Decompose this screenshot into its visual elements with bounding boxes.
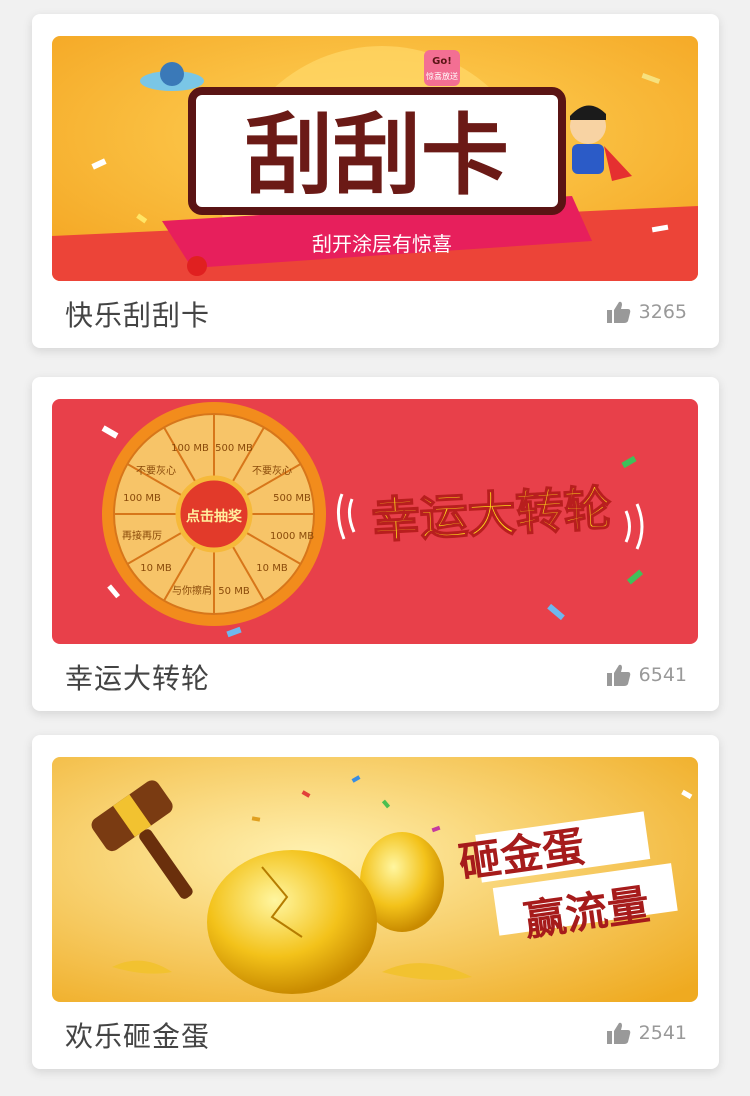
like-count[interactable]: 2541 xyxy=(606,1022,687,1044)
wheel-slot-label: 10 MB xyxy=(256,563,288,574)
wheel-slot-label: 50 MB xyxy=(218,586,250,597)
like-count[interactable]: 3265 xyxy=(606,301,687,323)
wheel-slot-label: 再接再厉 xyxy=(122,529,162,542)
go-badge-top: Go! xyxy=(432,56,452,67)
wheel-slot-label: 不要灰心 xyxy=(252,464,292,477)
scratch-card-banner-art: 刮刮卡 刮开涂层有惊喜 Go! 惊喜放送 xyxy=(52,36,698,281)
card-title: 幸运大转轮 xyxy=(65,662,211,695)
wheel-slot-label: 10 MB xyxy=(140,563,172,574)
wheel-slot-label: 1000 MB xyxy=(270,531,314,542)
wheel-slot-label: 500 MB xyxy=(273,493,311,504)
like-count-value: 3265 xyxy=(638,301,687,323)
golden-egg-banner-art: 砸金蛋 赢流量 xyxy=(52,757,698,1002)
thumbs-up-icon xyxy=(606,301,630,323)
game-card-golden-egg[interactable]: 砸金蛋 赢流量 欢乐砸金蛋 2541 xyxy=(32,735,719,1069)
wheel-center-button[interactable]: 点击抽奖 xyxy=(186,508,243,525)
wheel-slot-label: 500 MB xyxy=(215,443,253,454)
wheel-slot-label: 不要灰心 xyxy=(136,464,176,477)
game-card-wheel[interactable]: 点击抽奖 100 MB 500 MB 不要灰心 500 MB 1000 MB 1… xyxy=(32,377,719,711)
wheel-slot-label: 100 MB xyxy=(123,493,161,504)
like-count-value: 2541 xyxy=(638,1022,687,1044)
wheel-slot-label: 与你擦肩 xyxy=(172,584,212,597)
thumbs-up-icon xyxy=(606,664,630,686)
like-count-value: 6541 xyxy=(638,664,687,686)
wheel-slot-label: 100 MB xyxy=(171,443,209,454)
banner-lucky-wheel[interactable]: 点击抽奖 100 MB 500 MB 不要灰心 500 MB 1000 MB 1… xyxy=(52,399,698,644)
card-title: 欢乐砸金蛋 xyxy=(65,1020,211,1053)
banner-scratch-card[interactable]: 刮刮卡 刮开涂层有惊喜 Go! 惊喜放送 xyxy=(52,36,698,281)
scratch-subtitle: 刮开涂层有惊喜 xyxy=(312,232,452,256)
card-title: 快乐刮刮卡 xyxy=(65,299,211,332)
like-count[interactable]: 6541 xyxy=(606,664,687,686)
lucky-wheel-banner-art: 点击抽奖 100 MB 500 MB 不要灰心 500 MB 1000 MB 1… xyxy=(52,399,698,644)
banner-golden-egg[interactable]: 砸金蛋 赢流量 xyxy=(52,757,698,1002)
go-badge-bottom: 惊喜放送 xyxy=(426,71,458,81)
scratch-headline: 刮刮卡 xyxy=(245,104,509,207)
thumbs-up-icon xyxy=(606,1022,630,1044)
game-card-scratch[interactable]: 刮刮卡 刮开涂层有惊喜 Go! 惊喜放送 快乐刮刮卡 3265 xyxy=(32,14,719,348)
golden-egg-icon xyxy=(207,850,377,994)
